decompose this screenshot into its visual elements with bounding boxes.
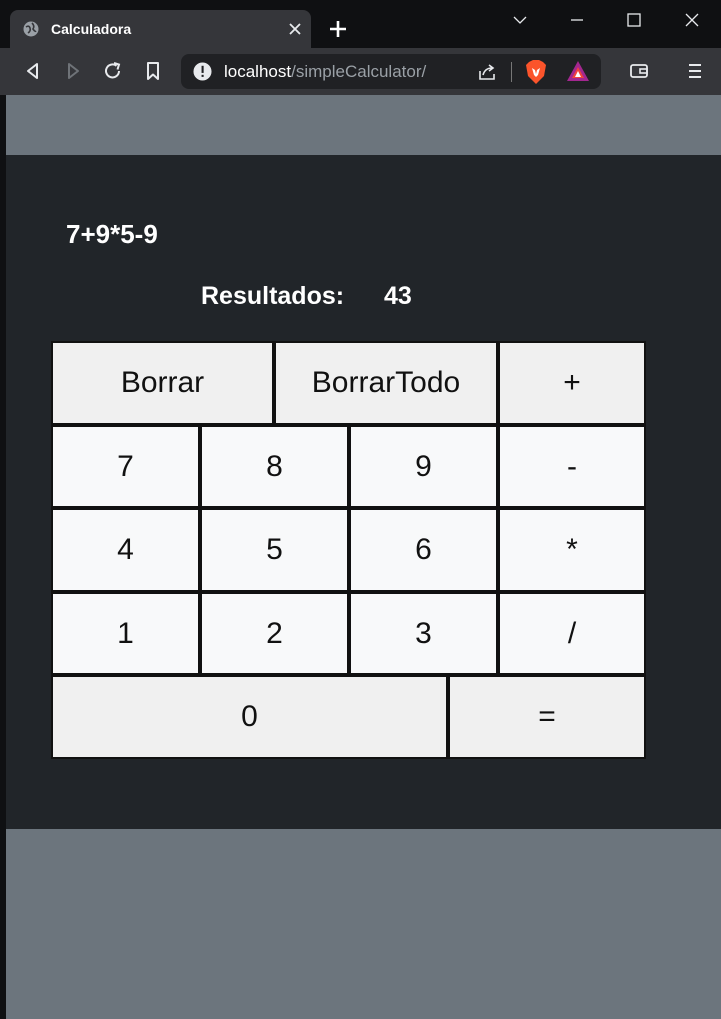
digit-7-button[interactable]: 7 bbox=[51, 425, 200, 508]
tab-title: Calculadora bbox=[51, 21, 132, 37]
divide-button[interactable]: / bbox=[498, 592, 646, 675]
multiply-button[interactable]: * bbox=[498, 508, 646, 592]
forward-icon[interactable] bbox=[62, 60, 84, 82]
wallet-icon[interactable] bbox=[628, 60, 650, 82]
menu-icon[interactable] bbox=[684, 60, 706, 82]
browser-tab[interactable]: Calculadora bbox=[10, 10, 311, 48]
digit-6-button[interactable]: 6 bbox=[349, 508, 498, 592]
brave-rewards-icon[interactable] bbox=[566, 60, 590, 82]
reload-icon[interactable] bbox=[102, 60, 124, 82]
clear-button[interactable]: Borrar bbox=[51, 341, 274, 425]
close-tab-icon[interactable] bbox=[287, 21, 303, 37]
maximize-icon[interactable] bbox=[622, 8, 646, 32]
digit-2-button[interactable]: 2 bbox=[200, 592, 349, 675]
bookmark-icon[interactable] bbox=[142, 60, 164, 82]
digit-8-button[interactable]: 8 bbox=[200, 425, 349, 508]
minus-button[interactable]: - bbox=[498, 425, 646, 508]
digit-3-button[interactable]: 3 bbox=[349, 592, 498, 675]
url-path: /simpleCalculator/ bbox=[291, 62, 427, 81]
calculator-panel: 7+9*5-9 Resultados: 43 Borrar BorrarTodo… bbox=[6, 155, 721, 829]
clear-all-button[interactable]: BorrarTodo bbox=[274, 341, 498, 425]
close-window-icon[interactable] bbox=[680, 8, 704, 32]
page-content: 7+9*5-9 Resultados: 43 Borrar BorrarTodo… bbox=[6, 95, 721, 1019]
url-host: localhost bbox=[224, 62, 292, 81]
result-value: 43 bbox=[384, 282, 412, 310]
plus-button[interactable]: + bbox=[498, 341, 646, 425]
site-info-icon[interactable] bbox=[193, 62, 212, 81]
address-bar[interactable]: localhost/simpleCalculator/ bbox=[181, 54, 601, 89]
tab-search-icon[interactable] bbox=[508, 8, 532, 32]
digit-1-button[interactable]: 1 bbox=[51, 592, 200, 675]
digit-9-button[interactable]: 9 bbox=[349, 425, 498, 508]
expression-display: 7+9*5-9 bbox=[66, 219, 158, 249]
browser-toolbar: localhost/simpleCalculator/ bbox=[0, 48, 721, 95]
minimize-icon[interactable] bbox=[565, 8, 589, 32]
omnibox-divider bbox=[511, 62, 512, 82]
url-text[interactable]: localhost/simpleCalculator/ bbox=[224, 62, 426, 82]
result-label: Resultados: bbox=[201, 282, 345, 310]
brave-shields-icon[interactable] bbox=[524, 59, 548, 85]
browser-window: Calculadora localhost/simpleCalculator/ … bbox=[0, 0, 721, 1019]
digit-5-button[interactable]: 5 bbox=[200, 508, 349, 592]
share-icon[interactable] bbox=[477, 62, 497, 82]
back-icon[interactable] bbox=[22, 60, 44, 82]
equals-button[interactable]: = bbox=[448, 675, 646, 759]
globe-icon bbox=[23, 21, 39, 37]
digit-0-button[interactable]: 0 bbox=[51, 675, 448, 759]
digit-4-button[interactable]: 4 bbox=[51, 508, 200, 592]
new-tab-icon[interactable] bbox=[327, 18, 349, 40]
